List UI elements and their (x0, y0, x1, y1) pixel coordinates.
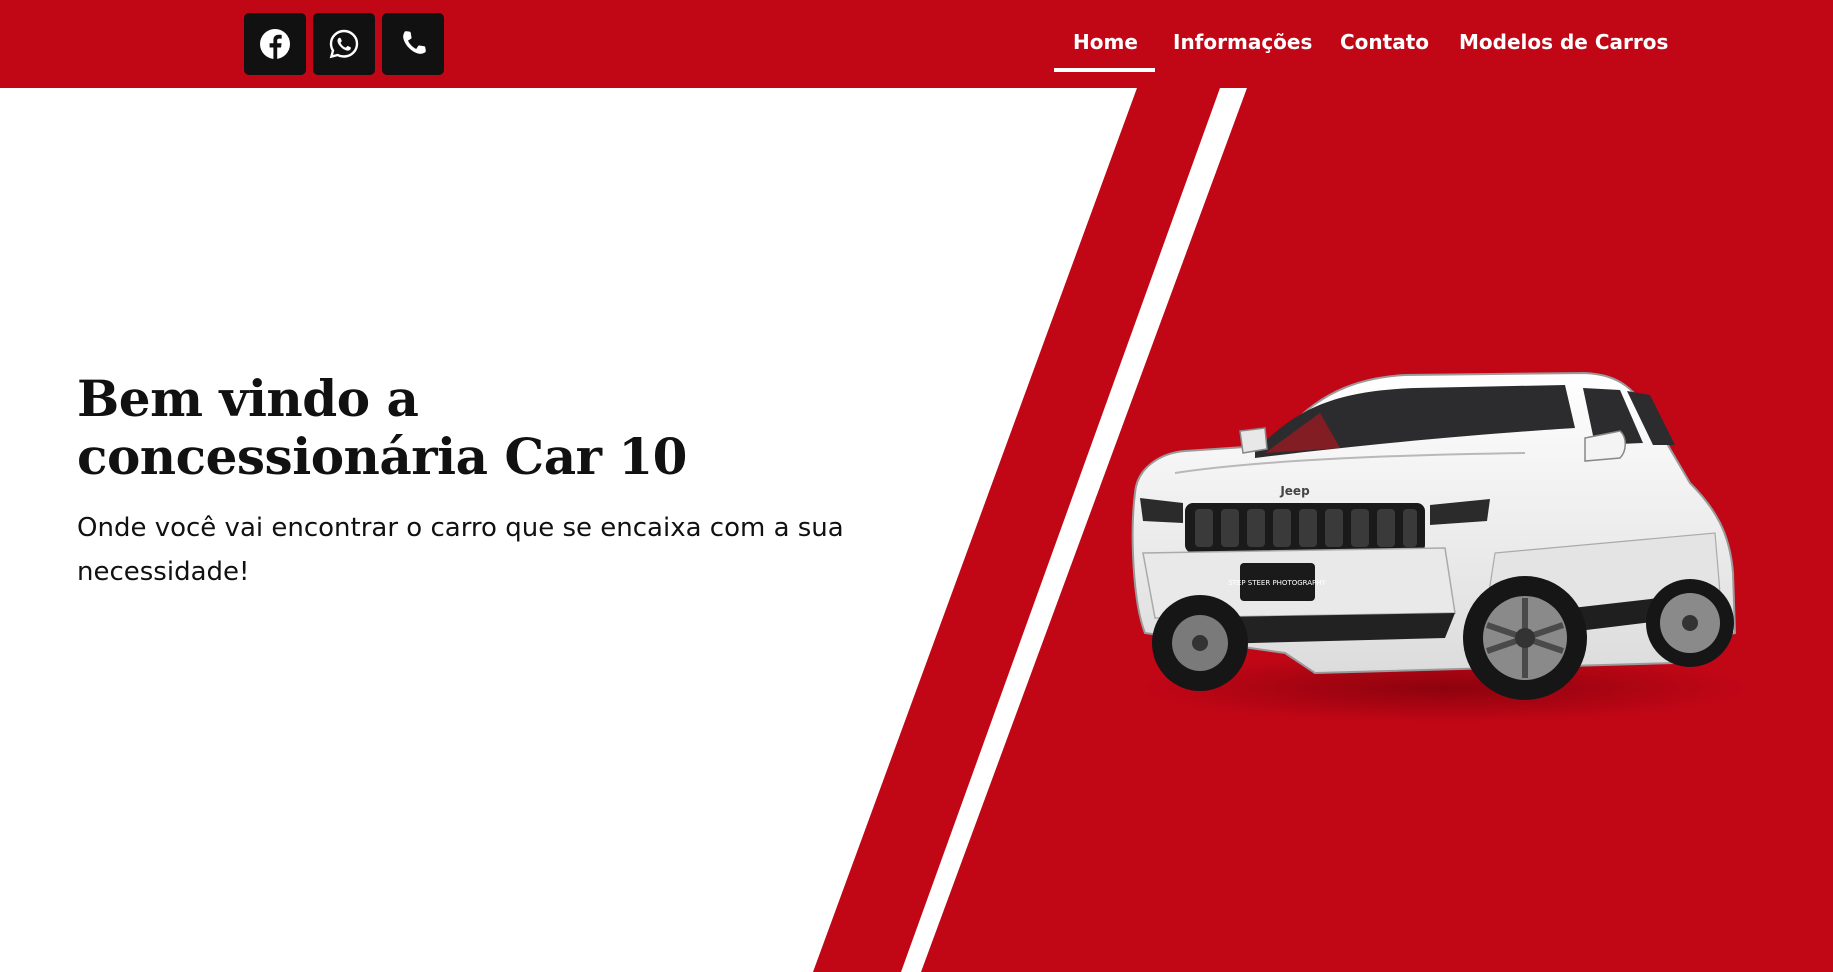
car-image: Jeep STEP STEER PHOTOGRAPHY (1131, 371, 1745, 722)
hero-subtitle-line1: Onde você vai encontrar o carro que se e… (77, 513, 844, 543)
nav-modelos-de-carros[interactable]: Modelos de Carros (1459, 30, 1668, 54)
active-nav-indicator (1054, 68, 1155, 72)
nav-home[interactable]: Home (1073, 30, 1138, 54)
hero-subtitle: Onde você vai encontrar o carro que se e… (77, 506, 977, 594)
whatsapp-button[interactable] (313, 13, 375, 75)
social-links (244, 13, 444, 75)
whatsapp-icon (329, 29, 359, 59)
hero-subtitle-line2: necessidade! (77, 557, 250, 587)
plate-text: STEP STEER PHOTOGRAPHY (1228, 579, 1326, 587)
hero-section: Bem vindo a concessionária Car 10 Onde v… (0, 88, 1833, 972)
car-brand-text: Jeep (1279, 484, 1310, 498)
nav-informacoes[interactable]: Informações (1173, 30, 1312, 54)
site-header: Home Informações Contato Modelos de Carr… (0, 0, 1833, 88)
hero-title: Bem vindo a concessionária Car 10 (77, 370, 687, 486)
nav-contato[interactable]: Contato (1340, 30, 1429, 54)
hero-title-line1: Bem vindo a (77, 369, 419, 428)
phone-button[interactable] (382, 13, 444, 75)
hero-title-line2: concessionária Car 10 (77, 427, 687, 486)
phone-icon (403, 31, 426, 54)
facebook-button[interactable] (244, 13, 306, 75)
facebook-icon (260, 29, 290, 59)
